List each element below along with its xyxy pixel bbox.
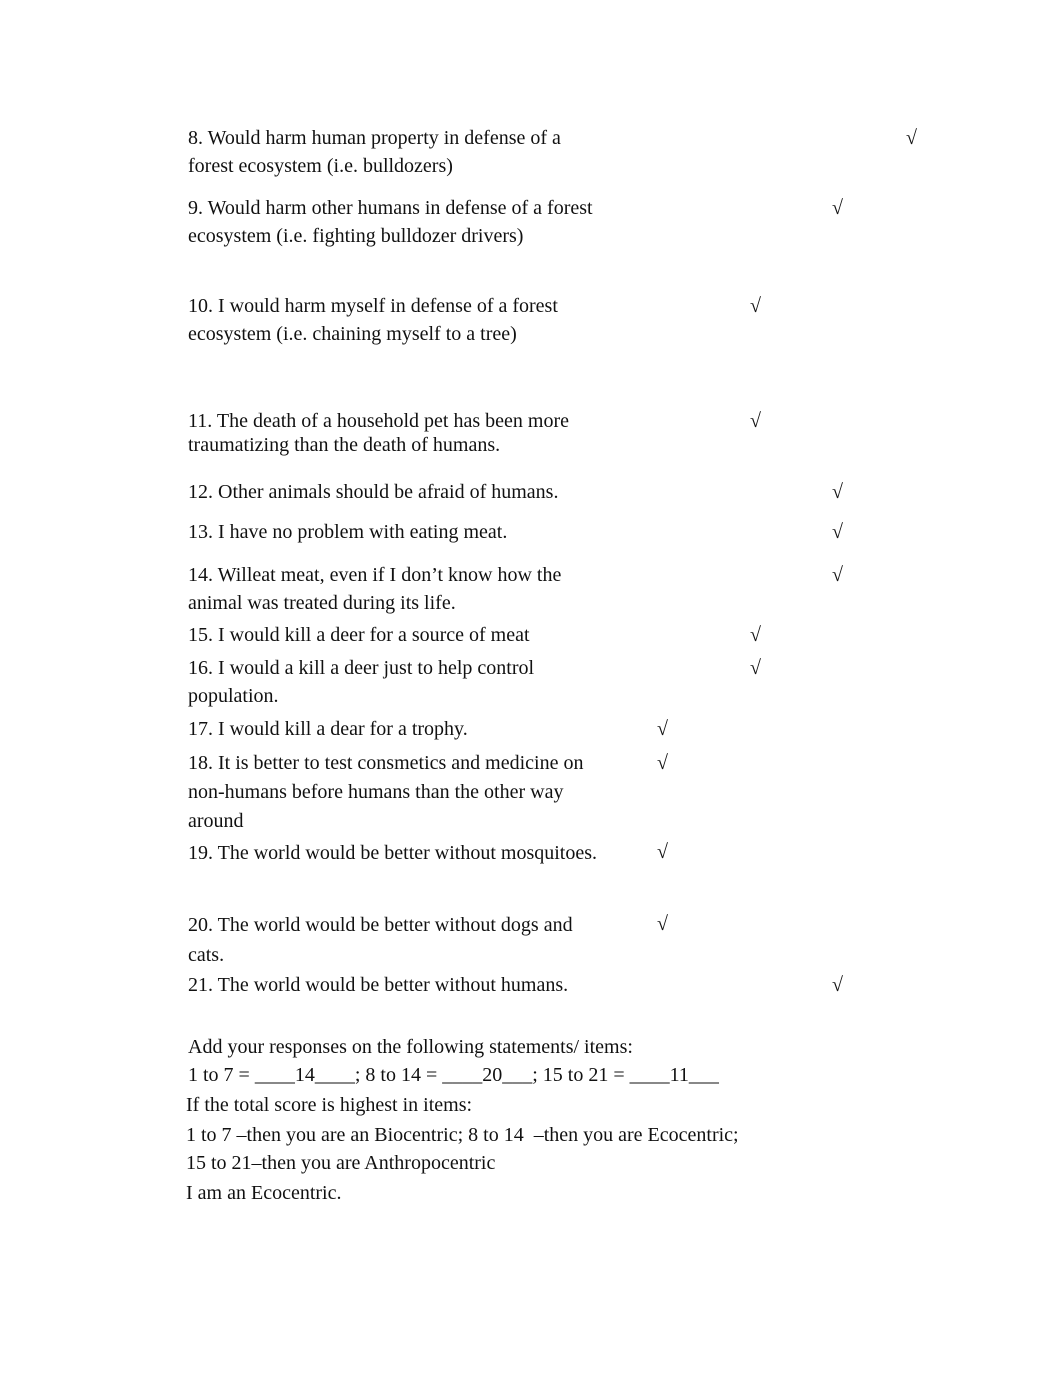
item-12: 12. Other animals should be afraid of hu… — [188, 481, 559, 503]
item-18: 18. It is better to test consmetics and … — [188, 752, 584, 832]
check-mark-icon: √ — [906, 127, 917, 149]
key-line-1: 1 to 7 –then you are an Biocentric; 8 to… — [186, 1124, 739, 1146]
check-mark-icon: √ — [657, 841, 668, 863]
result-text: I am an Ecocentric. — [186, 1182, 342, 1204]
item-9: 9. Would harm other humans in defense of… — [188, 197, 593, 247]
check-mark-icon: √ — [750, 410, 761, 432]
check-mark-icon: √ — [832, 481, 843, 503]
item-11: 11. The death of a household pet has bee… — [188, 410, 569, 456]
check-mark-icon: √ — [750, 624, 761, 646]
check-mark-icon: √ — [657, 718, 668, 740]
check-mark-icon: √ — [657, 752, 668, 774]
check-mark-icon: √ — [832, 197, 843, 219]
score-totals: 1 to 7 = ____14____; 8 to 14 = ____20___… — [188, 1064, 719, 1086]
check-mark-icon: √ — [832, 521, 843, 543]
item-16: 16. I would a kill a deer just to help c… — [188, 657, 535, 707]
check-mark-icon: √ — [750, 657, 761, 679]
check-mark-icon: √ — [832, 974, 843, 996]
item-8: 8. Would harm human property in defense … — [188, 127, 561, 177]
item-15: 15. I would kill a deer for a source of … — [188, 624, 530, 646]
item-20: 20. The world would be better without do… — [188, 914, 573, 966]
item-21: 21. The world would be better without hu… — [188, 974, 569, 996]
condition-text: If the total score is highest in items: — [186, 1094, 473, 1116]
item-17: 17. I would kill a dear for a trophy. — [188, 718, 468, 740]
item-13: 13. I have no problem with eating meat. — [188, 521, 508, 543]
item-19: 19. The world would be better without mo… — [188, 842, 598, 864]
check-mark-icon: √ — [750, 295, 761, 317]
check-mark-icon: √ — [832, 564, 843, 586]
check-mark-icon: √ — [657, 913, 668, 935]
item-14: 14. Willeat meat, even if I don’t know h… — [188, 564, 562, 614]
key-line-2: 15 to 21–then you are Anthropocentric — [186, 1152, 496, 1174]
item-10: 10. I would harm myself in defense of a … — [188, 295, 558, 345]
instruction-text: Add your responses on the following stat… — [188, 1036, 633, 1058]
